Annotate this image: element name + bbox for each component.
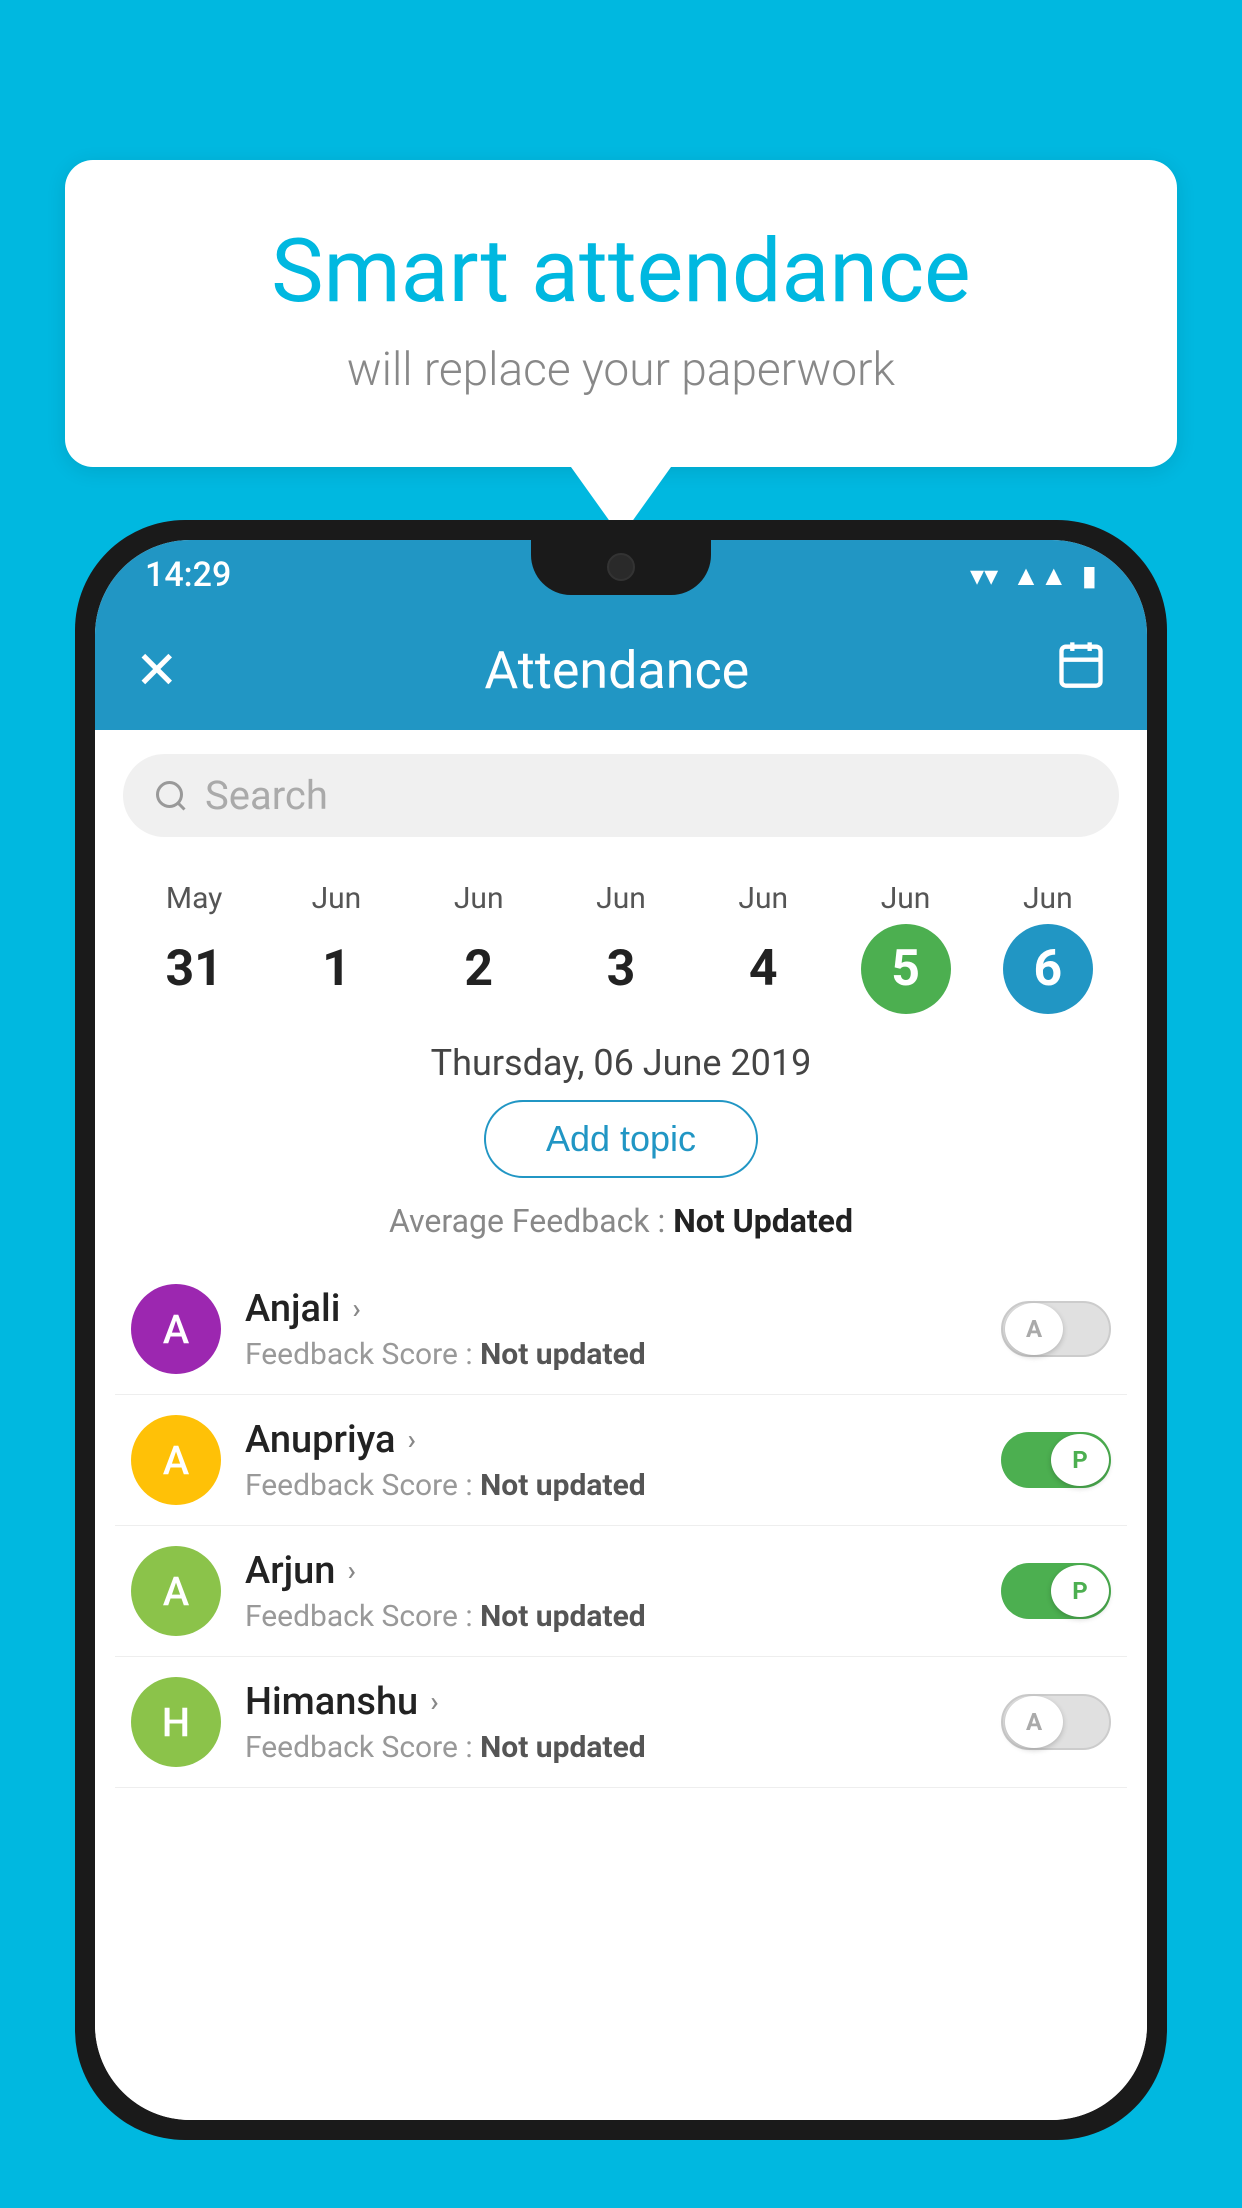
phone-outer: 14:29 ▾▾ ▲▲ ▮ ✕ Attendance: [75, 520, 1167, 2140]
cal-month-label: Jun: [596, 881, 646, 916]
avatar: A: [131, 1284, 221, 1374]
student-name: Arjun›: [245, 1549, 977, 1593]
cal-day[interactable]: May 31: [144, 881, 244, 1014]
notch: [531, 540, 711, 595]
student-item[interactable]: A Anupriya› Feedback Score : Not updated P: [115, 1395, 1127, 1526]
cal-month-label: May: [166, 881, 222, 916]
student-item[interactable]: H Himanshu› Feedback Score : Not updated A: [115, 1657, 1127, 1788]
phone-container: 14:29 ▾▾ ▲▲ ▮ ✕ Attendance: [75, 520, 1167, 2208]
cal-day[interactable]: Jun 4: [713, 881, 813, 1014]
close-icon[interactable]: ✕: [135, 640, 179, 701]
speech-bubble-title: Smart attendance: [145, 220, 1097, 323]
cal-month-label: Jun: [312, 881, 362, 916]
student-info: Anupriya› Feedback Score : Not updated: [245, 1418, 977, 1503]
feedback-score: Feedback Score : Not updated: [245, 1730, 977, 1765]
phone-screen: 14:29 ▾▾ ▲▲ ▮ ✕ Attendance: [95, 540, 1147, 2120]
cal-date[interactable]: 4: [718, 924, 808, 1014]
cal-date[interactable]: 5: [861, 924, 951, 1014]
speech-bubble-subtitle: will replace your paperwork: [145, 343, 1097, 397]
cal-date[interactable]: 31: [149, 924, 239, 1014]
attendance-toggle[interactable]: A: [1001, 1301, 1111, 1357]
cal-day[interactable]: Jun 6: [998, 881, 1098, 1014]
add-topic-button[interactable]: Add topic: [484, 1100, 758, 1178]
avatar: A: [131, 1546, 221, 1636]
toggle-knob: P: [1051, 1434, 1109, 1486]
speech-bubble: Smart attendance will replace your paper…: [65, 160, 1177, 467]
student-info: Anjali› Feedback Score : Not updated: [245, 1287, 977, 1372]
student-name: Himanshu›: [245, 1680, 977, 1724]
cal-month-label: Jun: [1023, 881, 1073, 916]
search-bar[interactable]: Search: [123, 754, 1119, 837]
toggle-knob: P: [1051, 1565, 1109, 1617]
chevron-icon: ›: [407, 1423, 415, 1456]
signal-icon: ▲▲: [1012, 559, 1067, 592]
content-area: Search May 31 Jun 1 Jun 2 Jun 3 Jun 4 Jun 5 Jun 6 Thu…: [95, 730, 1147, 2120]
notch-camera: [607, 553, 635, 581]
app-bar: ✕ Attendance: [95, 610, 1147, 730]
toggle-knob: A: [1005, 1303, 1063, 1355]
avatar: H: [131, 1677, 221, 1767]
calendar-icon[interactable]: [1055, 638, 1107, 703]
cal-day[interactable]: Jun 5: [856, 881, 956, 1014]
search-icon: [153, 778, 189, 814]
student-item[interactable]: A Anjali› Feedback Score : Not updated A: [115, 1264, 1127, 1395]
cal-month-label: Jun: [738, 881, 788, 916]
student-info: Arjun› Feedback Score : Not updated: [245, 1549, 977, 1634]
cal-date[interactable]: 6: [1003, 924, 1093, 1014]
cal-day[interactable]: Jun 2: [429, 881, 529, 1014]
status-bar-icons: ▾▾ ▲▲ ▮: [970, 559, 1097, 592]
search-placeholder: Search: [205, 772, 328, 819]
student-list: AAnjali›Feedback Score : Not updatedAAAn…: [95, 1264, 1147, 1788]
chevron-icon: ›: [430, 1685, 438, 1718]
wifi-icon: ▾▾: [970, 559, 998, 592]
chevron-icon: ›: [352, 1292, 360, 1325]
cal-date[interactable]: 1: [291, 924, 381, 1014]
cal-date[interactable]: 3: [576, 924, 666, 1014]
avg-feedback-value: Not Updated: [673, 1202, 853, 1240]
status-bar: 14:29 ▾▾ ▲▲ ▮: [95, 540, 1147, 610]
chevron-icon: ›: [347, 1554, 355, 1587]
avg-feedback: Average Feedback : Not Updated: [95, 1202, 1147, 1240]
cal-day[interactable]: Jun 3: [571, 881, 671, 1014]
avg-feedback-label: Average Feedback :: [389, 1202, 673, 1240]
attendance-toggle[interactable]: P: [1001, 1432, 1111, 1488]
student-info: Himanshu› Feedback Score : Not updated: [245, 1680, 977, 1765]
toggle-knob: A: [1005, 1696, 1063, 1748]
attendance-toggle[interactable]: A: [1001, 1694, 1111, 1750]
speech-bubble-container: Smart attendance will replace your paper…: [65, 160, 1177, 537]
feedback-score: Feedback Score : Not updated: [245, 1468, 977, 1503]
status-bar-time: 14:29: [145, 555, 231, 595]
cal-month-label: Jun: [881, 881, 931, 916]
feedback-score: Feedback Score : Not updated: [245, 1337, 977, 1372]
phone-inner: 14:29 ▾▾ ▲▲ ▮ ✕ Attendance: [95, 540, 1147, 2120]
student-item[interactable]: A Arjun› Feedback Score : Not updated P: [115, 1526, 1127, 1657]
student-name: Anjali›: [245, 1287, 977, 1331]
calendar-strip: May 31 Jun 1 Jun 2 Jun 3 Jun 4 Jun 5 Jun 6: [95, 861, 1147, 1014]
cal-month-label: Jun: [454, 881, 504, 916]
feedback-score: Feedback Score : Not updated: [245, 1599, 977, 1634]
battery-icon: ▮: [1082, 559, 1097, 592]
cal-date[interactable]: 2: [434, 924, 524, 1014]
attendance-toggle[interactable]: P: [1001, 1563, 1111, 1619]
cal-day[interactable]: Jun 1: [286, 881, 386, 1014]
avatar: A: [131, 1415, 221, 1505]
app-bar-title: Attendance: [484, 640, 749, 701]
selected-date-label: Thursday, 06 June 2019: [95, 1042, 1147, 1084]
student-name: Anupriya›: [245, 1418, 977, 1462]
